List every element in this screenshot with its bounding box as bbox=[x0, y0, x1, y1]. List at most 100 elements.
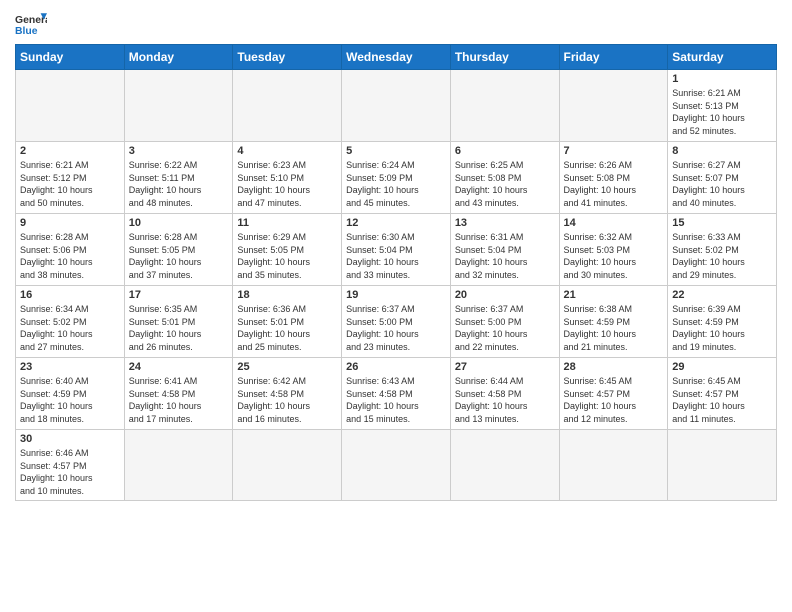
svg-text:Blue: Blue bbox=[15, 26, 38, 37]
day-cell bbox=[559, 70, 668, 142]
day-info: Sunrise: 6:29 AM Sunset: 5:05 PM Dayligh… bbox=[237, 231, 337, 281]
day-cell bbox=[16, 70, 125, 142]
day-number: 23 bbox=[20, 361, 120, 373]
week-row-4: 16 Sunrise: 6:34 AM Sunset: 5:02 PM Dayli… bbox=[16, 286, 777, 358]
day-cell: 30Sunrise: 6:46 AM Sunset: 4:57 PM Dayli… bbox=[16, 430, 125, 501]
day-number: 28 bbox=[564, 361, 664, 373]
day-number: 10 bbox=[129, 217, 229, 229]
day-number: 6 bbox=[455, 145, 555, 157]
header: General Blue bbox=[15, 10, 777, 38]
day-cell: 16 Sunrise: 6:34 AM Sunset: 5:02 PM Dayli… bbox=[16, 286, 125, 358]
weekday-friday: Friday bbox=[559, 45, 668, 70]
day-cell: 7Sunrise: 6:26 AM Sunset: 5:08 PM Daylig… bbox=[559, 142, 668, 214]
day-info: Sunrise: 6:40 AM Sunset: 4:59 PM Dayligh… bbox=[20, 375, 120, 425]
day-number: 19 bbox=[346, 289, 446, 301]
day-info: Sunrise: 6:25 AM Sunset: 5:08 PM Dayligh… bbox=[455, 159, 555, 209]
day-info: Sunrise: 6:28 AM Sunset: 5:05 PM Dayligh… bbox=[129, 231, 229, 281]
day-cell: 3 Sunrise: 6:22 AM Sunset: 5:11 PM Daylig… bbox=[124, 142, 233, 214]
weekday-header-row: SundayMondayTuesdayWednesdayThursdayFrid… bbox=[16, 45, 777, 70]
day-cell: 13 Sunrise: 6:31 AM Sunset: 5:04 PM Dayli… bbox=[450, 214, 559, 286]
day-number: 12 bbox=[346, 217, 446, 229]
day-cell: 8 Sunrise: 6:27 AM Sunset: 5:07 PM Daylig… bbox=[668, 142, 777, 214]
day-info: Sunrise: 6:37 AM Sunset: 5:00 PM Dayligh… bbox=[346, 303, 446, 353]
day-cell: 20 Sunrise: 6:37 AM Sunset: 5:00 PM Dayli… bbox=[450, 286, 559, 358]
day-cell: 4Sunrise: 6:23 AM Sunset: 5:10 PM Daylig… bbox=[233, 142, 342, 214]
day-info: Sunrise: 6:33 AM Sunset: 5:02 PM Dayligh… bbox=[672, 231, 772, 281]
day-cell bbox=[124, 70, 233, 142]
day-info: Sunrise: 6:21 AM Sunset: 5:13 PM Dayligh… bbox=[672, 87, 772, 137]
day-cell bbox=[233, 430, 342, 501]
day-info: Sunrise: 6:37 AM Sunset: 5:00 PM Dayligh… bbox=[455, 303, 555, 353]
weekday-sunday: Sunday bbox=[16, 45, 125, 70]
day-info: Sunrise: 6:36 AM Sunset: 5:01 PM Dayligh… bbox=[237, 303, 337, 353]
week-row-5: 23 Sunrise: 6:40 AM Sunset: 4:59 PM Dayli… bbox=[16, 358, 777, 430]
day-number: 8 bbox=[672, 145, 772, 157]
day-info: Sunrise: 6:22 AM Sunset: 5:11 PM Dayligh… bbox=[129, 159, 229, 209]
week-row-2: 2Sunrise: 6:21 AM Sunset: 5:12 PM Daylig… bbox=[16, 142, 777, 214]
day-info: Sunrise: 6:43 AM Sunset: 4:58 PM Dayligh… bbox=[346, 375, 446, 425]
day-number: 2 bbox=[20, 145, 120, 157]
day-number: 9 bbox=[20, 217, 120, 229]
day-cell bbox=[668, 430, 777, 501]
day-info: Sunrise: 6:45 AM Sunset: 4:57 PM Dayligh… bbox=[564, 375, 664, 425]
day-cell: 12Sunrise: 6:30 AM Sunset: 5:04 PM Dayli… bbox=[342, 214, 451, 286]
weekday-saturday: Saturday bbox=[668, 45, 777, 70]
day-info: Sunrise: 6:31 AM Sunset: 5:04 PM Dayligh… bbox=[455, 231, 555, 281]
day-cell: 28 Sunrise: 6:45 AM Sunset: 4:57 PM Dayli… bbox=[559, 358, 668, 430]
svg-text:General: General bbox=[15, 15, 47, 26]
day-number: 13 bbox=[455, 217, 555, 229]
day-number: 16 bbox=[20, 289, 120, 301]
day-cell: 22 Sunrise: 6:39 AM Sunset: 4:59 PM Dayli… bbox=[668, 286, 777, 358]
day-info: Sunrise: 6:39 AM Sunset: 4:59 PM Dayligh… bbox=[672, 303, 772, 353]
day-number: 11 bbox=[237, 217, 337, 229]
day-cell bbox=[342, 430, 451, 501]
day-cell: 25 Sunrise: 6:42 AM Sunset: 4:58 PM Dayli… bbox=[233, 358, 342, 430]
day-cell bbox=[450, 430, 559, 501]
day-cell: 2Sunrise: 6:21 AM Sunset: 5:12 PM Daylig… bbox=[16, 142, 125, 214]
week-row-3: 9Sunrise: 6:28 AM Sunset: 5:06 PM Daylig… bbox=[16, 214, 777, 286]
day-number: 1 bbox=[672, 73, 772, 85]
logo-icon: General Blue bbox=[15, 10, 47, 38]
day-number: 22 bbox=[672, 289, 772, 301]
day-cell: 18 Sunrise: 6:36 AM Sunset: 5:01 PM Dayli… bbox=[233, 286, 342, 358]
day-number: 20 bbox=[455, 289, 555, 301]
week-row-6: 30Sunrise: 6:46 AM Sunset: 4:57 PM Dayli… bbox=[16, 430, 777, 501]
day-number: 14 bbox=[564, 217, 664, 229]
day-cell bbox=[559, 430, 668, 501]
day-cell: 24Sunrise: 6:41 AM Sunset: 4:58 PM Dayli… bbox=[124, 358, 233, 430]
logo: General Blue bbox=[15, 10, 47, 38]
day-number: 3 bbox=[129, 145, 229, 157]
day-cell: 6 Sunrise: 6:25 AM Sunset: 5:08 PM Daylig… bbox=[450, 142, 559, 214]
day-info: Sunrise: 6:44 AM Sunset: 4:58 PM Dayligh… bbox=[455, 375, 555, 425]
day-cell: 27 Sunrise: 6:44 AM Sunset: 4:58 PM Dayli… bbox=[450, 358, 559, 430]
day-cell: 19 Sunrise: 6:37 AM Sunset: 5:00 PM Dayli… bbox=[342, 286, 451, 358]
weekday-tuesday: Tuesday bbox=[233, 45, 342, 70]
day-cell: 26Sunrise: 6:43 AM Sunset: 4:58 PM Dayli… bbox=[342, 358, 451, 430]
calendar: SundayMondayTuesdayWednesdayThursdayFrid… bbox=[15, 44, 777, 501]
day-number: 7 bbox=[564, 145, 664, 157]
day-number: 25 bbox=[237, 361, 337, 373]
day-cell: 17Sunrise: 6:35 AM Sunset: 5:01 PM Dayli… bbox=[124, 286, 233, 358]
day-cell: 10 Sunrise: 6:28 AM Sunset: 5:05 PM Dayli… bbox=[124, 214, 233, 286]
day-cell: 11 Sunrise: 6:29 AM Sunset: 5:05 PM Dayli… bbox=[233, 214, 342, 286]
day-info: Sunrise: 6:24 AM Sunset: 5:09 PM Dayligh… bbox=[346, 159, 446, 209]
day-number: 27 bbox=[455, 361, 555, 373]
day-number: 29 bbox=[672, 361, 772, 373]
day-number: 18 bbox=[237, 289, 337, 301]
day-number: 24 bbox=[129, 361, 229, 373]
day-cell bbox=[342, 70, 451, 142]
weekday-wednesday: Wednesday bbox=[342, 45, 451, 70]
weekday-monday: Monday bbox=[124, 45, 233, 70]
day-info: Sunrise: 6:27 AM Sunset: 5:07 PM Dayligh… bbox=[672, 159, 772, 209]
day-number: 21 bbox=[564, 289, 664, 301]
day-info: Sunrise: 6:34 AM Sunset: 5:02 PM Dayligh… bbox=[20, 303, 120, 353]
weekday-thursday: Thursday bbox=[450, 45, 559, 70]
day-cell: 23 Sunrise: 6:40 AM Sunset: 4:59 PM Dayli… bbox=[16, 358, 125, 430]
day-number: 17 bbox=[129, 289, 229, 301]
day-number: 30 bbox=[20, 433, 120, 445]
day-info: Sunrise: 6:32 AM Sunset: 5:03 PM Dayligh… bbox=[564, 231, 664, 281]
day-number: 4 bbox=[237, 145, 337, 157]
day-info: Sunrise: 6:42 AM Sunset: 4:58 PM Dayligh… bbox=[237, 375, 337, 425]
day-cell bbox=[124, 430, 233, 501]
day-cell: 21Sunrise: 6:38 AM Sunset: 4:59 PM Dayli… bbox=[559, 286, 668, 358]
